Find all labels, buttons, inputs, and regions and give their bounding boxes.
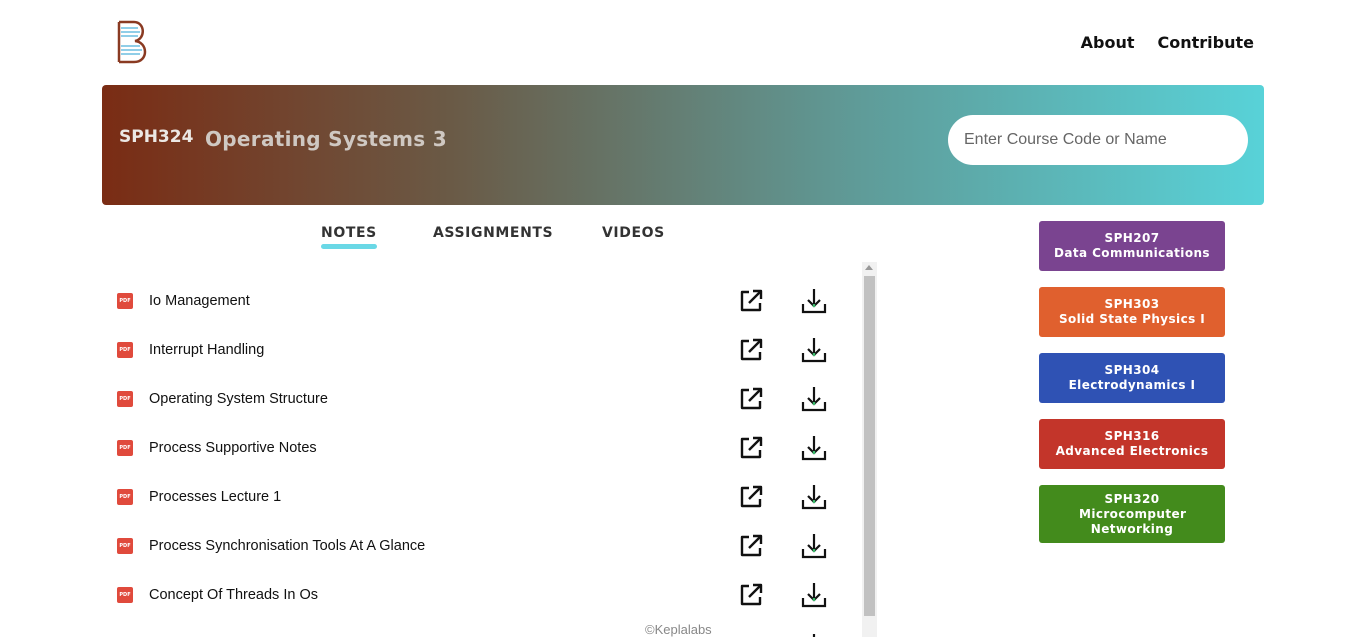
pdf-icon: PDF: [117, 391, 133, 407]
download-icon[interactable]: [800, 385, 828, 413]
contribute-link[interactable]: Contribute: [1158, 33, 1255, 52]
related-course-code: SPH304: [1104, 363, 1160, 377]
download-icon[interactable]: [800, 581, 828, 609]
related-course-code: SPH207: [1104, 231, 1160, 245]
note-title[interactable]: Processes Lecture 1: [149, 489, 281, 505]
note-title[interactable]: Process Synchronisation Tools At A Glanc…: [149, 538, 425, 554]
about-link[interactable]: About: [1081, 33, 1135, 52]
download-icon[interactable]: [800, 483, 828, 511]
open-external-icon[interactable]: [738, 386, 764, 412]
open-external-icon[interactable]: [738, 533, 764, 559]
course-code: SPH324: [119, 127, 194, 147]
list-item[interactable]: PDF Processes Lecture 1: [102, 477, 862, 526]
download-icon[interactable]: [800, 632, 828, 637]
course-banner: SPH324 Operating Systems 3: [102, 85, 1264, 205]
related-course-name: Advanced Electronics: [1055, 444, 1209, 458]
list-item[interactable]: PDF Process Supportive Notes: [102, 428, 862, 477]
download-icon[interactable]: [800, 532, 828, 560]
pdf-icon: PDF: [117, 489, 133, 505]
tab-notes[interactable]: NOTES: [321, 225, 377, 249]
open-external-icon[interactable]: [738, 435, 764, 461]
tab-videos[interactable]: VIDEOS: [602, 225, 665, 241]
notes-scrollbar[interactable]: [862, 262, 877, 637]
note-title[interactable]: Interrupt Handling: [149, 342, 264, 358]
list-item[interactable]: PDF Interrupt Handling: [102, 330, 862, 379]
list-item[interactable]: PDF Process Synchronisation Tools At A Gl…: [102, 526, 862, 575]
notes-list: PDF Io Management PDF Interrupt Handling PDF…: [102, 262, 878, 637]
related-course-name: Data Communications: [1054, 246, 1210, 260]
download-icon[interactable]: [800, 434, 828, 462]
pdf-icon: PDF: [117, 587, 133, 603]
scroll-thumb[interactable]: [864, 276, 875, 616]
site-logo-icon[interactable]: [116, 20, 152, 64]
related-course-button[interactable]: SPH316 Advanced Electronics: [1039, 419, 1225, 469]
open-external-icon[interactable]: [738, 484, 764, 510]
related-course-button[interactable]: SPH304 Electrodynamics I: [1039, 353, 1225, 403]
related-course-name: Electrodynamics I: [1068, 378, 1196, 392]
pdf-icon: PDF: [117, 293, 133, 309]
open-external-icon[interactable]: [738, 288, 764, 314]
note-title[interactable]: Process Supportive Notes: [149, 440, 317, 456]
course-name: Operating Systems 3: [205, 127, 447, 151]
pdf-icon: PDF: [117, 342, 133, 358]
related-course-name: Solid State Physics I: [1058, 312, 1206, 326]
scroll-up-arrow-icon[interactable]: [865, 265, 873, 270]
list-item[interactable]: PDF Operating System Structure: [102, 379, 862, 428]
related-course-name: Microcomputer Networking: [1079, 506, 1187, 536]
related-course-code: SPH303: [1104, 297, 1160, 311]
pdf-icon: PDF: [117, 538, 133, 554]
pdf-icon: PDF: [117, 440, 133, 456]
course-search-input[interactable]: [948, 115, 1248, 165]
related-course-code: SPH320: [1104, 491, 1160, 506]
footer-credit: ©Keplalabs: [645, 622, 712, 637]
related-course-button[interactable]: SPH320 Microcomputer Networking: [1039, 485, 1225, 543]
list-item[interactable]: PDF Concept Of Threads In Os: [102, 575, 862, 624]
note-title[interactable]: Operating System Structure: [149, 391, 328, 407]
open-external-icon[interactable]: [738, 337, 764, 363]
list-item[interactable]: PDF Io Management: [102, 281, 862, 330]
related-course-code: SPH316: [1104, 429, 1160, 443]
related-course-button[interactable]: SPH207 Data Communications: [1039, 221, 1225, 271]
related-course-button[interactable]: SPH303 Solid State Physics I: [1039, 287, 1225, 337]
note-title[interactable]: Io Management: [149, 293, 250, 309]
download-icon[interactable]: [800, 336, 828, 364]
top-nav: About Contribute: [1081, 33, 1254, 52]
open-external-icon[interactable]: [738, 582, 764, 608]
note-title[interactable]: Concept Of Threads In Os: [149, 587, 318, 603]
tab-assignments[interactable]: ASSIGNMENTS: [433, 225, 553, 241]
download-icon[interactable]: [800, 287, 828, 315]
